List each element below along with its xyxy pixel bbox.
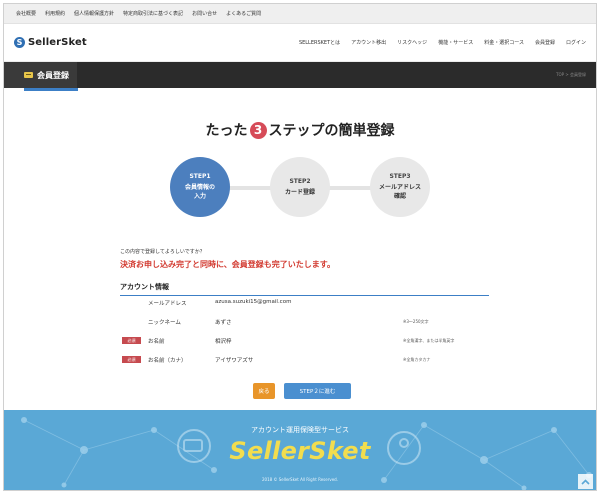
step-desc-line2: 入力 (193, 193, 206, 200)
field-row-name-kana: 必須 お名前（カナ） アイザワアズサ ※全角カタカナ (120, 353, 489, 372)
site-footer: アカウント運用保険型サービス SellerSket 2018 © SellerS… (4, 410, 596, 490)
utility-link-terms[interactable]: 利用規約 (45, 10, 65, 17)
next-step-button[interactable]: STEP２に進む (284, 383, 351, 399)
required-badge: 必須 (122, 337, 141, 344)
footer-copyright: 2018 © SellerSket All Right Reserved. (262, 477, 338, 482)
nav-item-risk-hedge[interactable]: リスクヘッジ (397, 39, 427, 46)
back-button[interactable]: 戻る (253, 383, 275, 399)
utility-link-contact[interactable]: お問い合せ (192, 10, 217, 17)
headline-suffix: ステップの簡単登録 (268, 123, 395, 139)
page-title-block: 会員登録 (4, 62, 77, 88)
back-to-top-button[interactable] (578, 474, 593, 489)
main-content: たった 3 ステップの簡単登録 STEP1 会員情報の 入力 STEP2 カード… (4, 89, 596, 399)
field-value: アイザワアズサ (215, 358, 254, 364)
required-badge: 必須 (122, 356, 141, 363)
logo-icon: S (14, 37, 25, 48)
nav-item-account-transfer[interactable]: アカウント移出 (351, 39, 386, 46)
utility-link-commerce-law[interactable]: 特定商取引法に基づく表記 (123, 10, 183, 17)
steps-headline: たった 3 ステップの簡単登録 (4, 120, 596, 140)
form-actions: 戻る STEP２に進む (8, 383, 596, 399)
field-hint: ※3〜250文字 (403, 319, 429, 324)
field-label: メールアドレス (148, 301, 187, 307)
field-value: azusa.suzuki15@gmail.com (215, 299, 292, 305)
utility-link-faq[interactable]: よくあるご質問 (226, 10, 261, 17)
headline-prefix: たった (205, 123, 248, 139)
completion-notice: 決済お申し込み完了と同時に、会員登録も完了いたします。 (120, 260, 335, 269)
field-hint: ※全角カタカナ (403, 357, 431, 362)
logo-text: SellerSket (28, 37, 87, 48)
nav-item-about[interactable]: SELLERSKETとは (299, 39, 340, 46)
site-logo[interactable]: S SellerSket (14, 37, 87, 48)
step-label: STEP2 (289, 177, 311, 185)
utility-link-company[interactable]: 会社概要 (16, 10, 36, 17)
nav-item-pricing[interactable]: 料金・選択コース (484, 39, 524, 46)
step-progress: STEP1 会員情報の 入力 STEP2 カード登録 STEP3 メールアドレス… (170, 157, 430, 221)
step-1-active: STEP1 会員情報の 入力 (170, 157, 230, 217)
field-label: お名前（カナ） (148, 358, 187, 364)
card-icon (24, 72, 33, 78)
step-desc-line1: 会員情報の (184, 184, 215, 191)
nav-item-features[interactable]: 機能・サービス (438, 39, 473, 46)
field-row-name: 必須 お名前 相沢梓 ※全角漢字、または半角英字 (120, 334, 489, 353)
utility-link-privacy[interactable]: 個人情報保護方針 (74, 10, 114, 17)
step-desc-line2: 確認 (393, 193, 406, 200)
breadcrumb[interactable]: TOP > 会員登録 (556, 72, 586, 78)
field-row-email: メールアドレス azusa.suzuki15@gmail.com (120, 296, 489, 315)
field-value: 相沢梓 (215, 339, 232, 345)
nav-item-register[interactable]: 会員登録 (535, 39, 555, 46)
page-title: 会員登録 (37, 70, 69, 80)
footer-logo: SellerSket (229, 437, 371, 465)
step-3: STEP3 メールアドレス 確認 (370, 157, 430, 217)
section-title-account-info: アカウント情報 (120, 282, 489, 296)
nav-item-login[interactable]: ログイン (566, 39, 586, 46)
field-row-nickname: ニックネーム あずさ ※3〜250文字 (120, 315, 489, 334)
step-2: STEP2 カード登録 (270, 157, 330, 217)
field-label: お名前 (148, 339, 165, 345)
step-label: STEP3 (389, 173, 411, 180)
utility-bar: 会社概要 利用規約 個人情報保護方針 特定商取引法に基づく表記 お問い合せ よく… (4, 4, 596, 24)
footer-subtitle: アカウント運用保険型サービス (251, 426, 349, 434)
chevron-up-icon (581, 478, 590, 485)
headline-step-count: 3 (249, 121, 267, 139)
page-title-band: 会員登録 TOP > 会員登録 (4, 62, 596, 91)
field-value: あずさ (215, 320, 232, 326)
browser-viewport: 会社概要 利用規約 個人情報保護方針 特定商取引法に基づく表記 お問い合せ よく… (3, 3, 597, 491)
field-hint: ※全角漢字、または半角英字 (403, 338, 455, 343)
step-desc-line1: カード登録 (284, 188, 315, 196)
site-header: S SellerSket SELLERSKETとは アカウント移出 リスクヘッジ… (4, 24, 596, 62)
step-desc-line1: メールアドレス (378, 184, 421, 191)
step-label: STEP1 (189, 173, 211, 180)
field-label: ニックネーム (148, 320, 181, 326)
main-nav: SELLERSKETとは アカウント移出 リスクヘッジ 機能・サービス 料金・選… (299, 39, 586, 46)
confirm-question: この内容で登録してよろしいですか？ (120, 249, 205, 255)
